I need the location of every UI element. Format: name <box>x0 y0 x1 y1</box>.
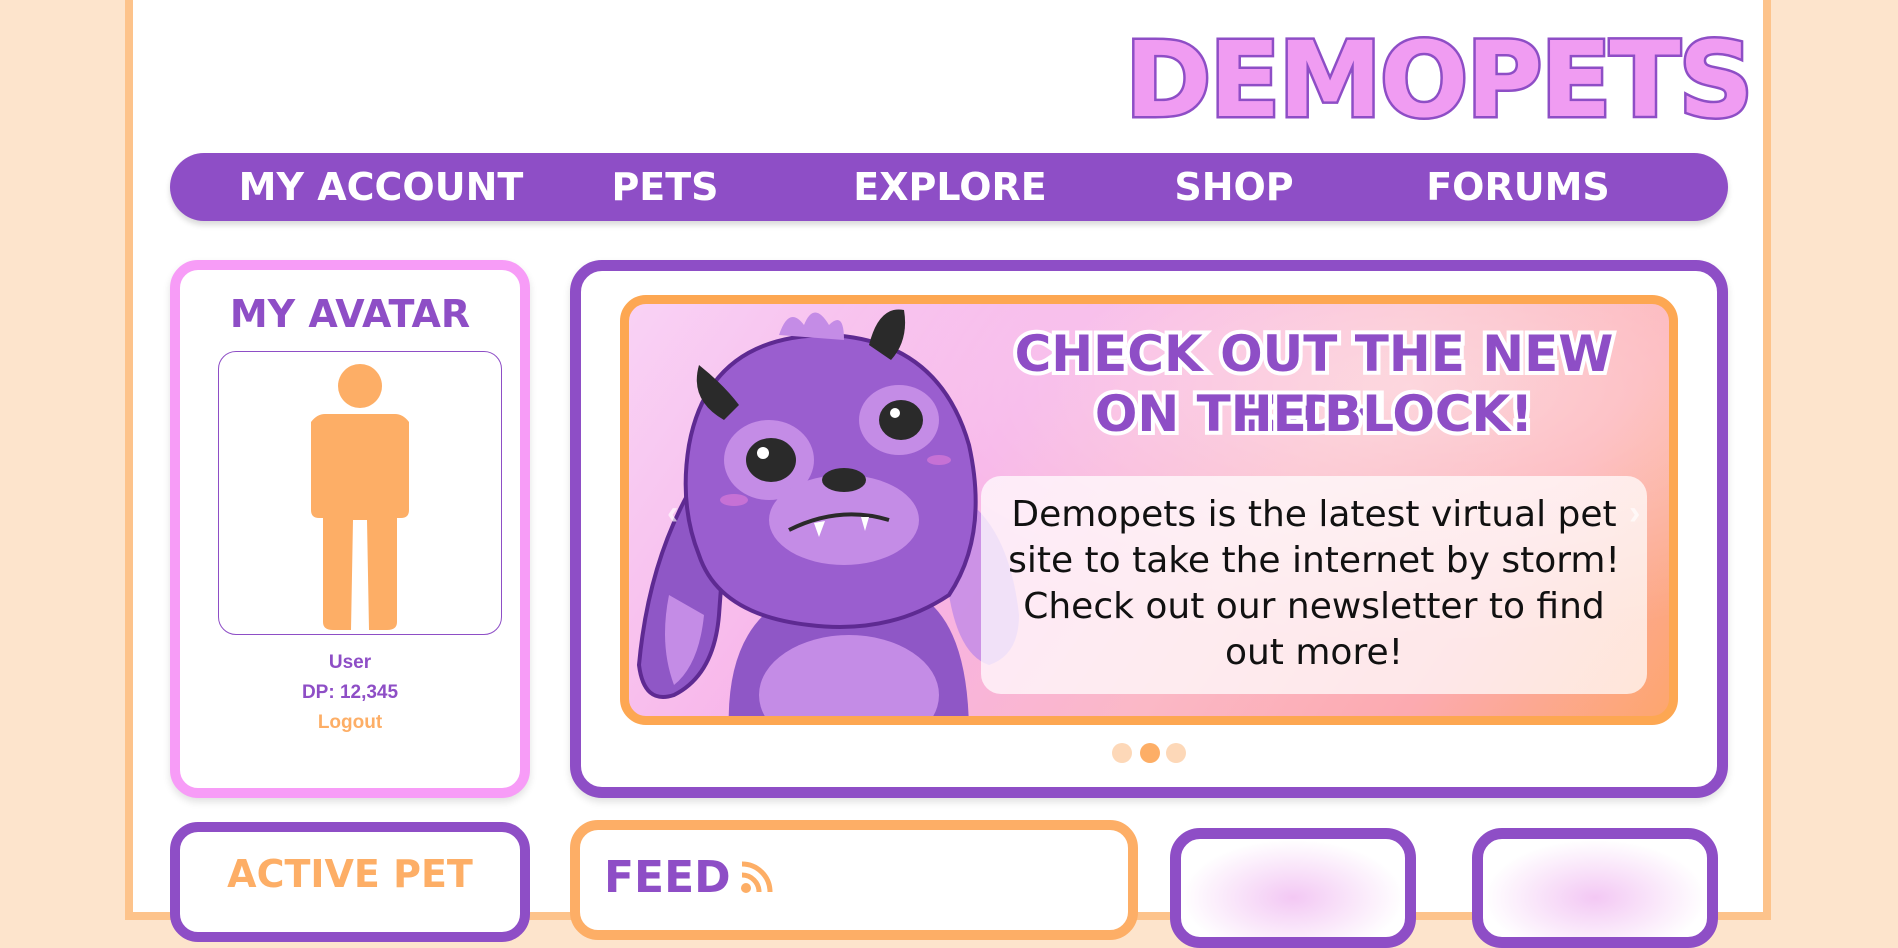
main-nav: MY ACCOUNT PETS EXPLORE SHOP FORUMS <box>170 153 1728 221</box>
nav-explore[interactable]: EXPLORE <box>853 153 1047 221</box>
rss-feed-icon[interactable] <box>740 860 774 894</box>
avatar-panel-title: MY AVATAR <box>229 292 471 336</box>
news-banner[interactable]: CHECK OUT THE NEW KIDH ON THE BLOCK! Dem… <box>620 295 1678 725</box>
nav-shop[interactable]: SHOP <box>1174 153 1293 221</box>
promo-tile-2[interactable] <box>1472 828 1718 948</box>
slide-dot-2[interactable] <box>1140 743 1160 763</box>
slide-dot-1[interactable] <box>1112 743 1132 763</box>
feed-title: FEED <box>604 852 731 903</box>
avatar-frame[interactable] <box>218 351 502 635</box>
site-logo[interactable]: DEMOPETS <box>1122 26 1755 135</box>
avatar-dp-balance: DP: 12,345 <box>301 682 399 703</box>
banner-headline-line2: ON THE BLOCK! <box>1091 381 1537 447</box>
banner-blurb-text: Demopets is the latest virtual pet site … <box>1001 492 1627 676</box>
avatar-username[interactable]: User <box>180 652 520 674</box>
banner-blurb-line3: Check out our newsletter to find <box>1023 586 1605 627</box>
logout-link[interactable]: Logout <box>180 712 520 734</box>
banner-blurb-box: Demopets is the latest virtual pet site … <box>981 476 1647 694</box>
banner-blurb-line1: Demopets is the latest virtual pet <box>1011 494 1617 535</box>
slider-next-arrow-icon[interactable]: › <box>1629 494 1640 533</box>
nav-my-account[interactable]: MY ACCOUNT <box>239 153 524 221</box>
nav-pets[interactable]: PETS <box>611 153 718 221</box>
slide-dot-3[interactable] <box>1166 743 1186 763</box>
promo-tile-1[interactable] <box>1170 828 1416 948</box>
active-pet-title: ACTIVE PET <box>227 852 473 896</box>
feed-panel: FEED <box>570 820 1138 940</box>
nav-forums[interactable]: FORUMS <box>1426 153 1610 221</box>
slider-prev-arrow-icon[interactable]: ‹ <box>667 494 678 533</box>
banner-blurb-line2: site to take the internet by storm! <box>1008 540 1620 581</box>
active-pet-panel: ACTIVE PET <box>170 822 530 942</box>
banner-blurb-line4: out more! <box>1224 632 1404 673</box>
avatar-figure-icon <box>311 364 409 630</box>
avatar-panel: MY AVATAR User DP: 12,345 Logout <box>170 260 530 798</box>
